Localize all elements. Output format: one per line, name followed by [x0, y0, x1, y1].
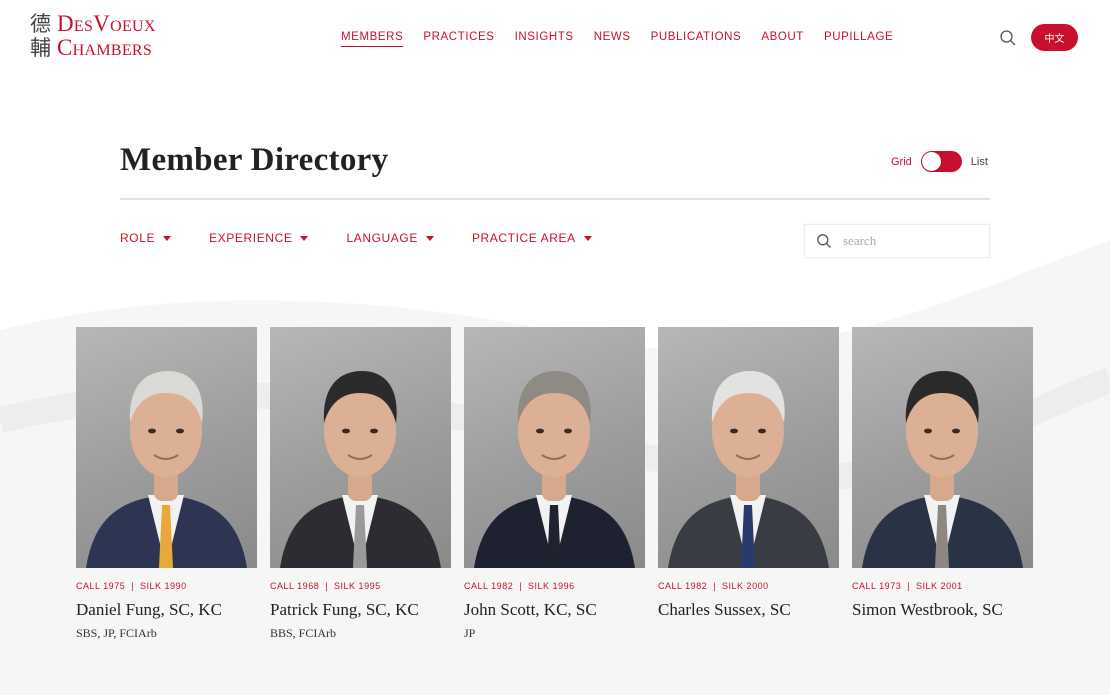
member-card[interactable]: CALL 1973 | SILK 2001 Simon Westbrook, S…: [852, 327, 1033, 641]
nav-pupillage[interactable]: PUPILLAGE: [824, 31, 893, 47]
filter-language[interactable]: LANGUAGE: [346, 231, 434, 245]
member-name[interactable]: Daniel Fung, SC, KC: [76, 600, 257, 620]
caret-down-icon: [163, 235, 172, 241]
language-switch-button[interactable]: 中文: [1031, 24, 1078, 51]
filter-role[interactable]: ROLE: [120, 231, 172, 245]
member-photo[interactable]: [76, 327, 257, 568]
meta-separator: |: [519, 581, 523, 591]
logo-line-2: Chambers: [57, 35, 153, 60]
nav-news[interactable]: NEWS: [594, 31, 631, 47]
member-call-year: CALL 1982: [658, 581, 708, 591]
member-card[interactable]: CALL 1975 | SILK 1990 Daniel Fung, SC, K…: [76, 327, 257, 641]
member-call-year: CALL 1982: [464, 581, 514, 591]
member-honours: BBS, FCIArb: [270, 626, 337, 640]
member-portrait-image: [474, 371, 635, 568]
member-silk-year: SILK 1995: [334, 581, 381, 591]
grid-view-label[interactable]: Grid: [891, 156, 912, 168]
title-divider: [120, 198, 990, 200]
page-title: Member Directory: [120, 142, 389, 178]
caret-down-icon: [300, 235, 309, 241]
member-portrait-image: [280, 371, 441, 568]
member-portrait-image: [668, 371, 829, 568]
logo-chinese-characters: 德 輔: [30, 12, 51, 60]
member-name[interactable]: John Scott, KC, SC: [464, 600, 645, 620]
member-call-year: CALL 1973: [852, 581, 902, 591]
meta-separator: |: [907, 581, 911, 591]
member-call-silk: CALL 1982 | SILK 1996: [464, 581, 645, 591]
member-card[interactable]: CALL 1982 | SILK 1996 John Scott, KC, SC…: [464, 327, 645, 641]
meta-separator: |: [713, 581, 717, 591]
filter-bar: ROLE EXPERIENCE LANGUAGE PRACTICE AREA: [120, 231, 592, 245]
member-card[interactable]: CALL 1982 | SILK 2000 Charles Sussex, SC: [658, 327, 839, 641]
site-logo[interactable]: 德 輔 DesVoeux Chambers: [30, 12, 156, 61]
logo-cjk-top: 德: [30, 12, 51, 36]
member-photo[interactable]: [270, 327, 451, 568]
filter-experience-label: EXPERIENCE: [209, 231, 293, 245]
filter-experience[interactable]: EXPERIENCE: [209, 231, 309, 245]
member-call-silk: CALL 1968 | SILK 1995: [270, 581, 451, 591]
header-search-icon[interactable]: [999, 29, 1017, 47]
main-navigation: MEMBERS PRACTICES INSIGHTS NEWS PUBLICAT…: [341, 31, 893, 47]
nav-insights[interactable]: INSIGHTS: [515, 31, 574, 47]
member-grid: CALL 1975 | SILK 1990 Daniel Fung, SC, K…: [76, 327, 1033, 641]
filter-practice-area[interactable]: PRACTICE AREA: [472, 231, 592, 245]
member-portrait-image: [862, 371, 1023, 568]
member-search-box: [804, 224, 990, 258]
member-honours: JP: [464, 626, 476, 640]
member-call-silk: CALL 1982 | SILK 2000: [658, 581, 839, 591]
member-call-silk: CALL 1973 | SILK 2001: [852, 581, 1033, 591]
member-photo[interactable]: [658, 327, 839, 568]
nav-practices[interactable]: PRACTICES: [423, 31, 494, 47]
member-search-input[interactable]: [843, 233, 983, 249]
toggle-knob: [921, 152, 941, 171]
filter-role-label: ROLE: [120, 231, 156, 245]
filter-practice-area-label: PRACTICE AREA: [471, 231, 576, 245]
member-call-silk: CALL 1975 | SILK 1990: [76, 581, 257, 591]
view-toggle: Grid List: [891, 151, 988, 172]
member-photo[interactable]: [852, 327, 1033, 568]
list-view-label[interactable]: List: [971, 156, 988, 168]
caret-down-icon: [425, 235, 434, 241]
nav-publications[interactable]: PUBLICATIONS: [651, 31, 742, 47]
logo-wordmark: DesVoeux Chambers: [57, 12, 156, 60]
member-silk-year: SILK 1996: [528, 581, 575, 591]
nav-about[interactable]: ABOUT: [761, 31, 804, 47]
member-name[interactable]: Charles Sussex, SC: [658, 600, 839, 620]
member-name[interactable]: Simon Westbrook, SC: [852, 600, 1033, 620]
logo-line-1: DesVoeux: [57, 11, 156, 36]
search-icon: [1000, 30, 1016, 46]
meta-separator: |: [131, 581, 135, 591]
member-name[interactable]: Patrick Fung, SC, KC: [270, 600, 451, 620]
member-photo[interactable]: [464, 327, 645, 568]
member-card[interactable]: CALL 1968 | SILK 1995 Patrick Fung, SC, …: [270, 327, 451, 641]
member-honours: SBS, JP, FCIArb: [76, 626, 157, 640]
caret-down-icon: [583, 235, 592, 241]
search-icon: [817, 234, 831, 248]
member-silk-year: SILK 2000: [722, 581, 769, 591]
meta-separator: |: [325, 581, 329, 591]
nav-members[interactable]: MEMBERS: [341, 31, 404, 47]
logo-cjk-bottom: 輔: [30, 36, 51, 60]
member-portrait-image: [86, 371, 247, 568]
view-toggle-switch[interactable]: [920, 151, 962, 172]
member-call-year: CALL 1968: [270, 581, 320, 591]
filter-language-label: LANGUAGE: [346, 231, 418, 245]
member-silk-year: SILK 2001: [916, 581, 963, 591]
member-silk-year: SILK 1990: [140, 581, 187, 591]
member-call-year: CALL 1975: [76, 581, 126, 591]
